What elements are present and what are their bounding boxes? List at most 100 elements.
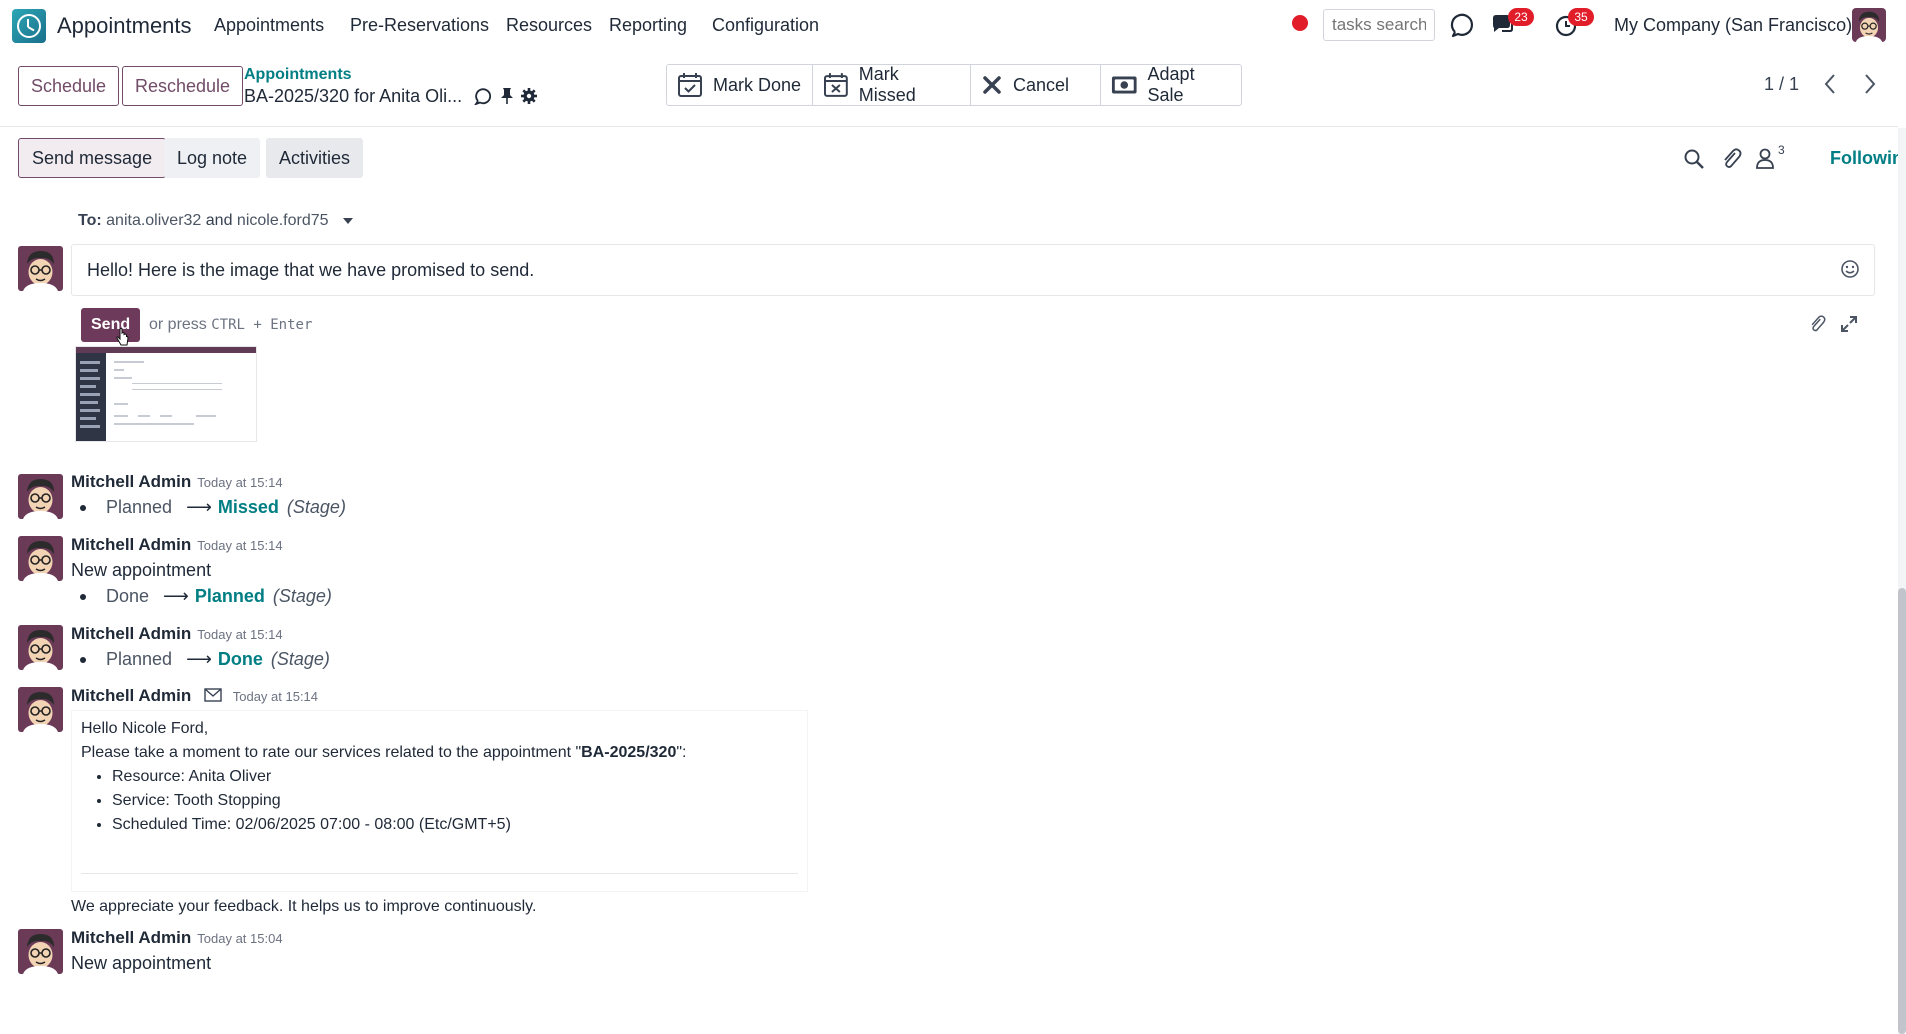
company-switcher[interactable]: My Company (San Francisco) [1614, 15, 1852, 36]
bullet [80, 656, 86, 663]
recipient-and-text: and [205, 212, 233, 229]
tracking-value: Planned ⟶ Missed (Stage) [80, 497, 346, 518]
pager-value[interactable]: 1 / 1 [1764, 74, 1799, 95]
list-item: Resource: Anita Oliver [112, 765, 798, 789]
activities-count-badge: 35 [1568, 8, 1594, 26]
pager-previous-button[interactable] [1812, 66, 1848, 102]
new-value: Planned [194, 586, 265, 606]
message-time: Today at 15:14 [197, 538, 283, 553]
email-body: Hello Nicole Ford, Please take a moment … [71, 710, 808, 892]
arrow-right-icon: ⟶ [186, 649, 212, 669]
new-value: Missed [217, 497, 279, 517]
paperclip-icon[interactable] [1720, 147, 1742, 171]
message-author[interactable]: Mitchell Admin Today at 15:04 [71, 928, 283, 948]
list-item: Service: Tooth Stopping [112, 789, 798, 813]
chevron-left-icon [1824, 74, 1835, 94]
recipient-link-1[interactable]: anita.oliver32 [106, 212, 201, 229]
mark-done-button[interactable]: Mark Done [667, 65, 813, 105]
email-details-list: Resource: Anita Oliver Service: Tooth St… [112, 765, 798, 837]
menu-resources[interactable]: Resources [506, 15, 592, 36]
message-time: Today at 15:14 [232, 689, 319, 704]
following-button[interactable]: Following [1830, 148, 1906, 169]
pin-icon[interactable] [499, 87, 515, 105]
send-message-tab[interactable]: Send message [18, 138, 167, 178]
tracked-field: (Stage) [286, 497, 346, 517]
new-value: Done [217, 649, 263, 669]
menu-pre-reservations[interactable]: Pre-Reservations [350, 15, 489, 36]
close-icon [983, 76, 1001, 94]
hint-prefix: or press [149, 316, 207, 333]
attach-file-icon[interactable] [1808, 314, 1826, 334]
messages-count-badge: 23 [1508, 8, 1534, 26]
discard-changes-icon[interactable] [473, 87, 491, 105]
avatar [18, 625, 63, 670]
avatar [18, 246, 63, 291]
settings-gear-icon[interactable] [520, 87, 538, 105]
message-author[interactable]: Mitchell Admin Today at 15:14 [71, 535, 283, 555]
message-time: Today at 15:14 [197, 475, 283, 490]
message-author[interactable]: Mitchell Admin Today at 15:14 [71, 472, 283, 492]
hint-keys: CTRL + Enter [211, 317, 313, 333]
message-body: New appointment [71, 560, 212, 580]
top-navbar: Appointments Appointments Pre-Reservatio… [0, 0, 1906, 52]
message-time: Today at 15:04 [197, 931, 283, 946]
author-name[interactable]: Mitchell Admin [71, 686, 191, 705]
recipients-dropdown-icon[interactable] [343, 217, 353, 224]
adapt-sale-button[interactable]: Adapt Sale [1101, 64, 1241, 105]
bullet [80, 593, 86, 600]
message-author[interactable]: Mitchell Admin Today at 15:14 [71, 624, 283, 644]
reschedule-button[interactable]: Reschedule [122, 66, 244, 106]
avatar [18, 474, 63, 519]
calendar-check-icon [678, 73, 702, 97]
expand-icon[interactable] [1840, 315, 1858, 333]
breadcrumb-parent-link[interactable]: Appointments [244, 66, 352, 84]
author-name[interactable]: Mitchell Admin [71, 535, 191, 554]
send-button[interactable]: Send [81, 308, 141, 342]
activities-tab[interactable]: Activities [266, 138, 364, 178]
author-name[interactable]: Mitchell Admin [71, 624, 191, 643]
attachment-thumbnail[interactable] [75, 346, 257, 442]
menu-appointments[interactable]: Appointments [214, 15, 324, 36]
message-author[interactable]: Mitchell Admin Today at 15:14 [71, 686, 318, 706]
recording-indicator-icon[interactable] [1292, 15, 1308, 31]
email-divider [81, 873, 798, 874]
adapt-sale-label: Adapt Sale [1147, 64, 1195, 105]
cancel-button[interactable]: Cancel [971, 65, 1101, 105]
old-value: Planned [106, 649, 173, 669]
pager-next-button[interactable] [1852, 66, 1888, 102]
envelope-icon [204, 688, 222, 702]
old-value: Planned [106, 497, 173, 517]
mark-missed-button[interactable]: Mark Missed [813, 64, 971, 105]
schedule-button[interactable]: Schedule [18, 66, 120, 106]
emoji-icon[interactable] [1840, 259, 1860, 279]
mark-missed-label: Mark Missed [858, 64, 916, 105]
menu-configuration[interactable]: Configuration [712, 15, 819, 36]
menu-reporting[interactable]: Reporting [609, 15, 687, 36]
email-greeting: Hello Nicole Ford, [81, 720, 209, 737]
appointment-reference: BA-2025/320 [581, 744, 677, 761]
recipients-line: To: anita.oliver32 and nicole.ford75 [78, 212, 353, 230]
breadcrumb-current-record: BA-2025/320 for Anita Oli... [244, 86, 463, 106]
avatar [18, 687, 63, 732]
search-icon[interactable] [1683, 148, 1705, 170]
user-avatar[interactable] [1852, 8, 1886, 42]
recipient-link-2[interactable]: nicole.ford75 [237, 212, 329, 229]
log-note-tab[interactable]: Log note [164, 138, 261, 178]
tracking-value: Done ⟶ Planned (Stage) [80, 586, 332, 607]
composer-text: Hello! Here is the image that we have pr… [87, 260, 535, 280]
author-name[interactable]: Mitchell Admin [71, 472, 191, 491]
app-title[interactable]: Appointments [57, 13, 192, 39]
voip-phone-icon[interactable] [1449, 12, 1475, 38]
message-composer-input[interactable]: Hello! Here is the image that we have pr… [71, 244, 1875, 296]
followers-user-icon[interactable] [1754, 147, 1776, 169]
email-intro: Please take a moment to rate our service… [81, 741, 798, 765]
chevron-right-icon [1865, 74, 1876, 94]
app-logo-icon[interactable] [12, 9, 46, 43]
arrow-right-icon: ⟶ [186, 497, 212, 517]
list-item: Scheduled Time: 02/06/2025 07:00 - 08:00… [112, 813, 798, 837]
tasks-search-input[interactable] [1323, 9, 1435, 41]
message-body: New appointment [71, 953, 212, 973]
author-name[interactable]: Mitchell Admin [71, 928, 191, 947]
chatter-scrollbar-thumb[interactable] [1898, 588, 1906, 1034]
followers-count: 3 [1778, 143, 1785, 157]
